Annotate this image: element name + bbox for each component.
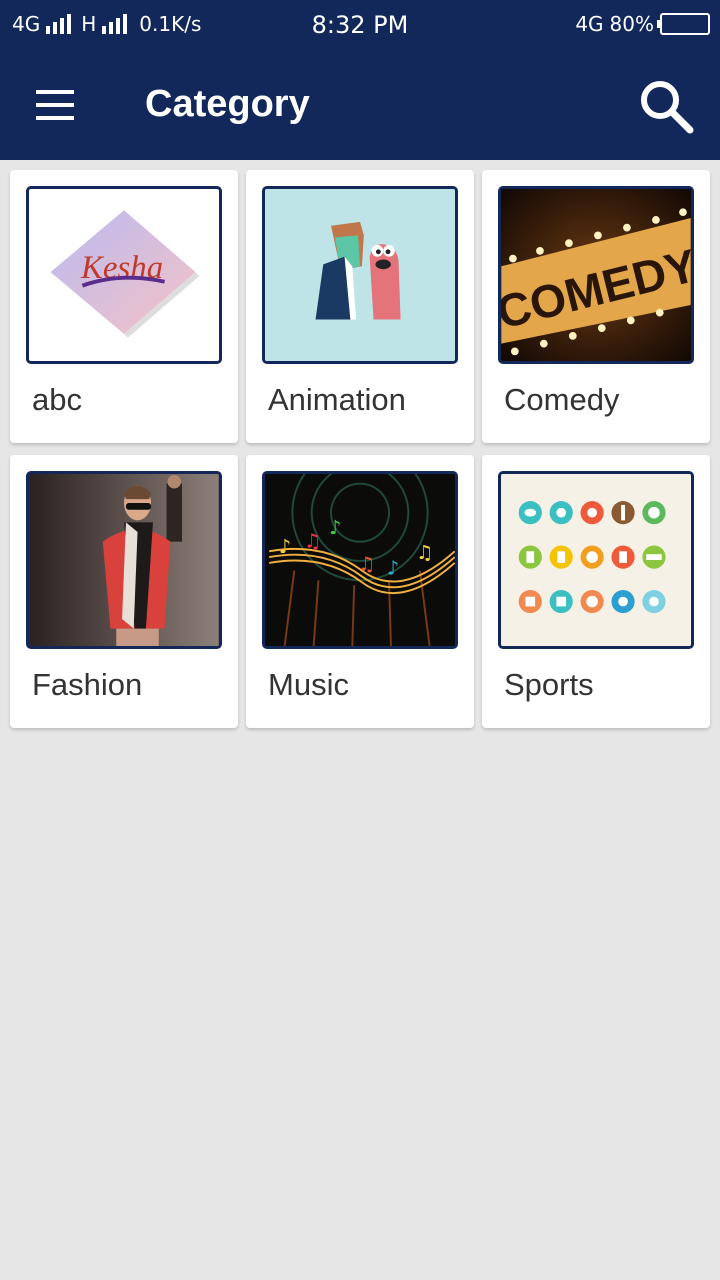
hamburger-menu-icon[interactable] <box>26 80 86 130</box>
sports-icons-image <box>498 471 694 649</box>
music-notes-image: ♪ ♫ ♪ ♫ ♪ ♫ <box>262 471 458 649</box>
svg-text:♫: ♫ <box>416 541 433 564</box>
network-type-4g-right: 4G <box>575 12 604 36</box>
category-card-fashion[interactable]: Fashion <box>10 455 238 728</box>
app-bar: Category <box>0 50 720 160</box>
category-card-animation[interactable]: Animation <box>246 170 474 443</box>
battery-percent: 80% <box>609 12 654 36</box>
comedy-marquee-image: COMEDY <box>498 186 694 364</box>
category-label: Sports <box>504 667 594 702</box>
battery-icon <box>657 13 710 35</box>
status-bar: 4G H 0.1K/s 8:32 PM 4G 80% <box>0 0 720 50</box>
category-card-comedy[interactable]: COMEDY Comedy <box>482 170 710 443</box>
svg-text:♪: ♪ <box>329 516 341 539</box>
fashion-runway-image <box>26 471 222 649</box>
category-label: abc <box>32 382 82 417</box>
status-right: 4G 80% <box>575 12 710 36</box>
kesha-logo-image: Kesha <box>26 186 222 364</box>
category-card-abc[interactable]: Kesha abc <box>10 170 238 443</box>
svg-text:♫: ♫ <box>304 529 321 552</box>
category-card-music[interactable]: ♪ ♫ ♪ ♫ ♪ ♫ Music <box>246 455 474 728</box>
page-title: Category <box>145 83 310 125</box>
svg-text:♫: ♫ <box>358 553 375 576</box>
category-label: Comedy <box>504 382 620 417</box>
animation-characters-image <box>262 186 458 364</box>
category-label: Fashion <box>32 667 143 702</box>
svg-text:♪: ♪ <box>279 535 291 558</box>
search-icon[interactable] <box>636 76 696 136</box>
category-label: Animation <box>268 382 406 417</box>
category-card-sports[interactable]: Sports <box>482 455 710 728</box>
category-label: Music <box>268 667 349 702</box>
category-grid: Kesha abc Animation COMEDY Comedy Fashio… <box>10 170 710 728</box>
svg-text:♪: ♪ <box>387 556 399 579</box>
